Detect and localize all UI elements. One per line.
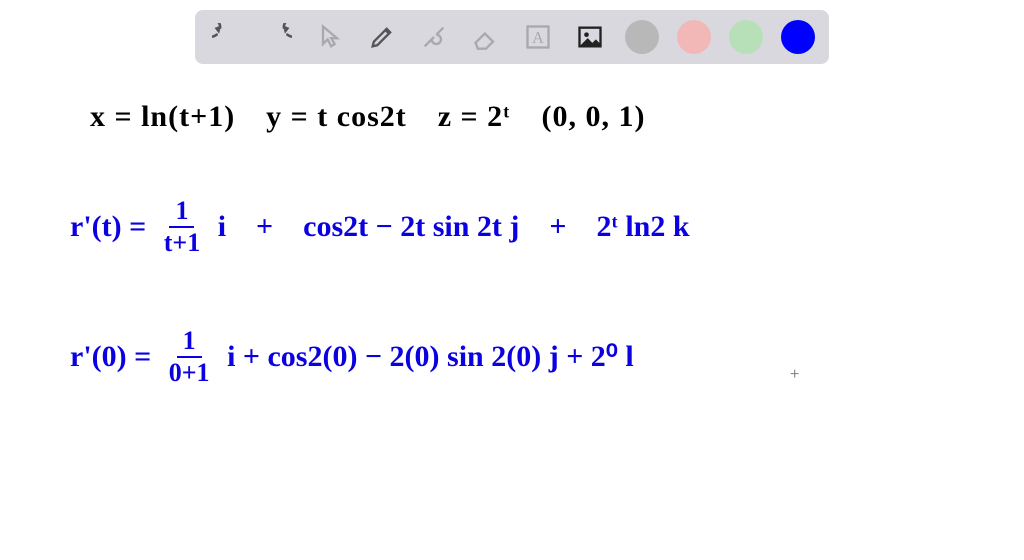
- cursor-crosshair: +: [790, 366, 799, 384]
- eraser-icon: [472, 23, 500, 51]
- pointer-icon: [316, 23, 344, 51]
- line3-rest: i + cos2(0) − 2(0) sin 2(0) j + 2⁰ l: [227, 340, 634, 373]
- undo-button[interactable]: [209, 20, 243, 54]
- line2-prefix: r'(t) =: [70, 210, 154, 243]
- line2-fraction: 1 t+1: [158, 198, 206, 256]
- line3-fraction: 1 0+1: [163, 328, 216, 386]
- handwriting-line-2: r'(t) = 1 t+1 i + cos2t − 2t sin 2t j + …: [70, 200, 690, 258]
- text-icon: A: [524, 23, 552, 51]
- text-button[interactable]: A: [521, 20, 555, 54]
- line2-rest: i + cos2t − 2t sin 2t j + 2ᵗ ln2 k: [218, 210, 690, 243]
- tools-icon: [420, 23, 448, 51]
- line2-frac-num: 1: [169, 198, 194, 228]
- color-pink[interactable]: [677, 20, 711, 54]
- color-blue[interactable]: [781, 20, 815, 54]
- redo-button[interactable]: [261, 20, 295, 54]
- pencil-icon: [368, 23, 396, 51]
- pencil-button[interactable]: [365, 20, 399, 54]
- handwriting-line-1: x = ln(t+1) y = t cos2t z = 2ᵗ (0, 0, 1): [90, 100, 646, 134]
- line2-frac-den: t+1: [158, 228, 206, 256]
- tools-button[interactable]: [417, 20, 451, 54]
- line3-prefix: r'(0) =: [70, 340, 159, 373]
- color-green[interactable]: [729, 20, 763, 54]
- eraser-button[interactable]: [469, 20, 503, 54]
- svg-text:A: A: [532, 28, 544, 47]
- line3-frac-den: 0+1: [163, 358, 216, 386]
- redo-icon: [264, 23, 292, 51]
- image-icon: [576, 23, 604, 51]
- color-gray[interactable]: [625, 20, 659, 54]
- whiteboard-canvas[interactable]: x = ln(t+1) y = t cos2t z = 2ᵗ (0, 0, 1)…: [0, 80, 1024, 560]
- line3-frac-num: 1: [177, 328, 202, 358]
- image-button[interactable]: [573, 20, 607, 54]
- undo-icon: [212, 23, 240, 51]
- handwriting-line-3: r'(0) = 1 0+1 i + cos2(0) − 2(0) sin 2(0…: [70, 330, 634, 388]
- drawing-toolbar: A: [195, 10, 829, 64]
- pointer-button[interactable]: [313, 20, 347, 54]
